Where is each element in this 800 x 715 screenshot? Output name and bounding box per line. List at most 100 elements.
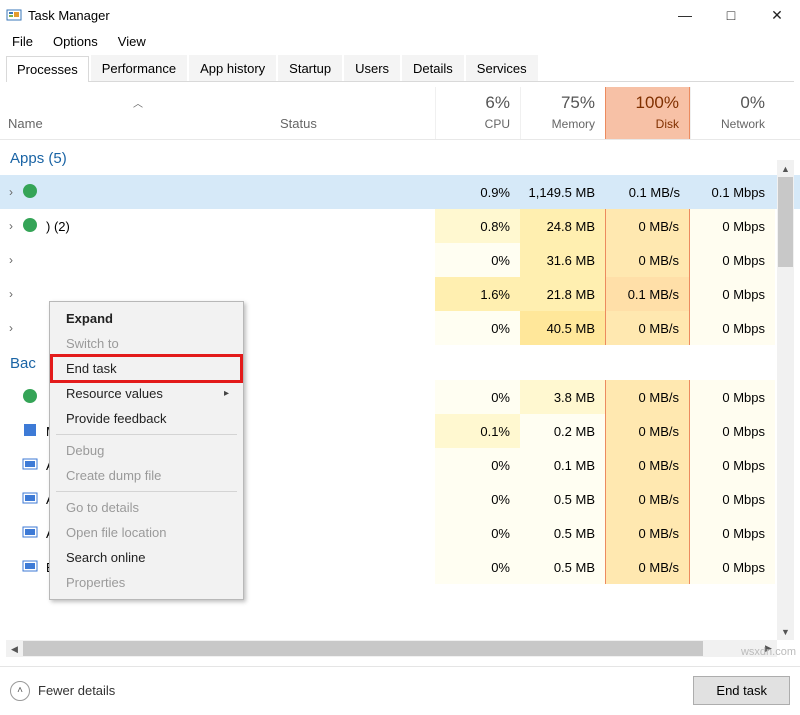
fewer-details-label: Fewer details <box>38 683 115 698</box>
disk-value: 0.1 MB/s <box>605 277 690 311</box>
disk-value: 0 MB/s <box>605 516 690 550</box>
column-name[interactable]: Name <box>8 116 280 131</box>
group-header-apps[interactable]: Apps (5) <box>0 140 800 175</box>
tab-processes[interactable]: Processes <box>6 56 89 82</box>
column-memory[interactable]: 75% Memory <box>520 87 605 139</box>
tab-details[interactable]: Details <box>402 55 464 81</box>
ctx-expand[interactable]: Expand <box>52 306 241 331</box>
process-icon <box>22 217 40 235</box>
ctx-go-to-details[interactable]: Go to details <box>52 495 241 520</box>
expand-icon[interactable]: › <box>0 219 22 233</box>
scroll-left-icon[interactable]: ◀ <box>6 641 23 658</box>
memory-value: 21.8 MB <box>520 277 605 311</box>
disk-value: 0 MB/s <box>605 243 690 277</box>
disk-value: 0.1 MB/s <box>605 175 690 209</box>
menu-options[interactable]: Options <box>45 32 106 51</box>
column-disk[interactable]: 100% Disk <box>605 87 690 139</box>
ctx-resource-values[interactable]: Resource values <box>52 381 241 406</box>
menubar: File Options View <box>0 30 800 55</box>
cpu-value: 0% <box>435 311 520 345</box>
disk-value: 0 MB/s <box>605 482 690 516</box>
column-cpu[interactable]: 6% CPU <box>435 87 520 139</box>
network-value: 0 Mbps <box>690 448 775 482</box>
ctx-end-task[interactable]: End task <box>52 356 241 381</box>
expand-icon[interactable]: › <box>0 287 22 301</box>
process-row[interactable]: › 0% 31.6 MB 0 MB/s 0 Mbps <box>0 243 800 277</box>
memory-value: 1,149.5 MB <box>520 175 605 209</box>
process-icon <box>22 319 40 337</box>
process-row[interactable]: › 0.9% 1,149.5 MB 0.1 MB/s 0.1 Mbps <box>0 175 800 209</box>
expand-icon[interactable]: › <box>0 321 22 335</box>
chevron-up-icon: ˄ <box>10 681 30 701</box>
close-button[interactable]: ✕ <box>754 0 800 30</box>
memory-value: 0.1 MB <box>520 448 605 482</box>
scroll-down-icon[interactable]: ▼ <box>777 623 794 640</box>
titlebar: Task Manager — □ ✕ <box>0 0 800 30</box>
network-value: 0 Mbps <box>690 482 775 516</box>
scroll-thumb[interactable] <box>23 641 703 656</box>
vertical-scrollbar[interactable]: ▲ ▼ <box>777 160 794 640</box>
tab-app-history[interactable]: App history <box>189 55 276 81</box>
menu-file[interactable]: File <box>4 32 41 51</box>
memory-value: 24.8 MB <box>520 209 605 243</box>
ctx-properties[interactable]: Properties <box>52 570 241 595</box>
ctx-provide-feedback[interactable]: Provide feedback <box>52 406 241 431</box>
network-value: 0.1 Mbps <box>690 175 775 209</box>
fewer-details-button[interactable]: ˄ Fewer details <box>10 681 115 701</box>
disk-value: 0 MB/s <box>605 448 690 482</box>
tab-strip: Processes Performance App history Startu… <box>6 55 794 82</box>
column-network[interactable]: 0% Network <box>690 87 775 139</box>
disk-value: 0 MB/s <box>605 380 690 414</box>
ctx-separator <box>56 434 237 435</box>
ctx-open-file-location[interactable]: Open file location <box>52 520 241 545</box>
watermark-text: wsxdn.com <box>741 646 796 658</box>
cpu-value: 0% <box>435 550 520 584</box>
sort-caret-icon[interactable]: ︿ <box>8 89 268 110</box>
memory-value: 0.2 MB <box>520 414 605 448</box>
menu-view[interactable]: View <box>110 32 154 51</box>
column-status[interactable]: Status <box>280 116 435 139</box>
process-icon <box>22 524 40 542</box>
tab-services[interactable]: Services <box>466 55 538 81</box>
cpu-value: 0% <box>435 380 520 414</box>
cpu-value: 0% <box>435 448 520 482</box>
tab-users[interactable]: Users <box>344 55 400 81</box>
cpu-value: 0% <box>435 482 520 516</box>
ctx-search-online[interactable]: Search online <box>52 545 241 570</box>
network-value: 0 Mbps <box>690 243 775 277</box>
memory-value: 0.5 MB <box>520 550 605 584</box>
tab-startup[interactable]: Startup <box>278 55 342 81</box>
memory-value: 3.8 MB <box>520 380 605 414</box>
expand-icon[interactable]: › <box>0 253 22 267</box>
network-value: 0 Mbps <box>690 209 775 243</box>
horizontal-scrollbar[interactable]: ◀ ▶ <box>6 640 777 657</box>
disk-value: 0 MB/s <box>605 311 690 345</box>
process-icon <box>22 490 40 508</box>
process-name: ) (2) <box>46 219 70 234</box>
process-row[interactable]: › ) (2) 0.8% 24.8 MB 0 MB/s 0 Mbps <box>0 209 800 243</box>
ctx-create-dump[interactable]: Create dump file <box>52 463 241 488</box>
network-value: 0 Mbps <box>690 414 775 448</box>
expand-icon[interactable]: › <box>0 185 22 199</box>
end-task-button[interactable]: End task <box>693 676 790 705</box>
ctx-debug[interactable]: Debug <box>52 438 241 463</box>
tab-performance[interactable]: Performance <box>91 55 187 81</box>
cpu-value: 1.6% <box>435 277 520 311</box>
scroll-up-icon[interactable]: ▲ <box>777 160 794 177</box>
context-menu[interactable]: Expand Switch to End task Resource value… <box>49 301 244 600</box>
cpu-value: 0% <box>435 516 520 550</box>
memory-value: 0.5 MB <box>520 516 605 550</box>
column-header-row: ︿ Name Status 6% CPU 75% Memory 100% Dis… <box>0 82 800 140</box>
disk-value: 0 MB/s <box>605 209 690 243</box>
network-value: 0 Mbps <box>690 311 775 345</box>
cpu-value: 0% <box>435 243 520 277</box>
ctx-switch-to[interactable]: Switch to <box>52 331 241 356</box>
maximize-button[interactable]: □ <box>708 0 754 30</box>
network-value: 0 Mbps <box>690 380 775 414</box>
memory-value: 0.5 MB <box>520 482 605 516</box>
scroll-thumb[interactable] <box>778 177 793 267</box>
minimize-button[interactable]: — <box>662 0 708 30</box>
cpu-value: 0.1% <box>435 414 520 448</box>
network-value: 0 Mbps <box>690 277 775 311</box>
process-icon <box>22 456 40 474</box>
